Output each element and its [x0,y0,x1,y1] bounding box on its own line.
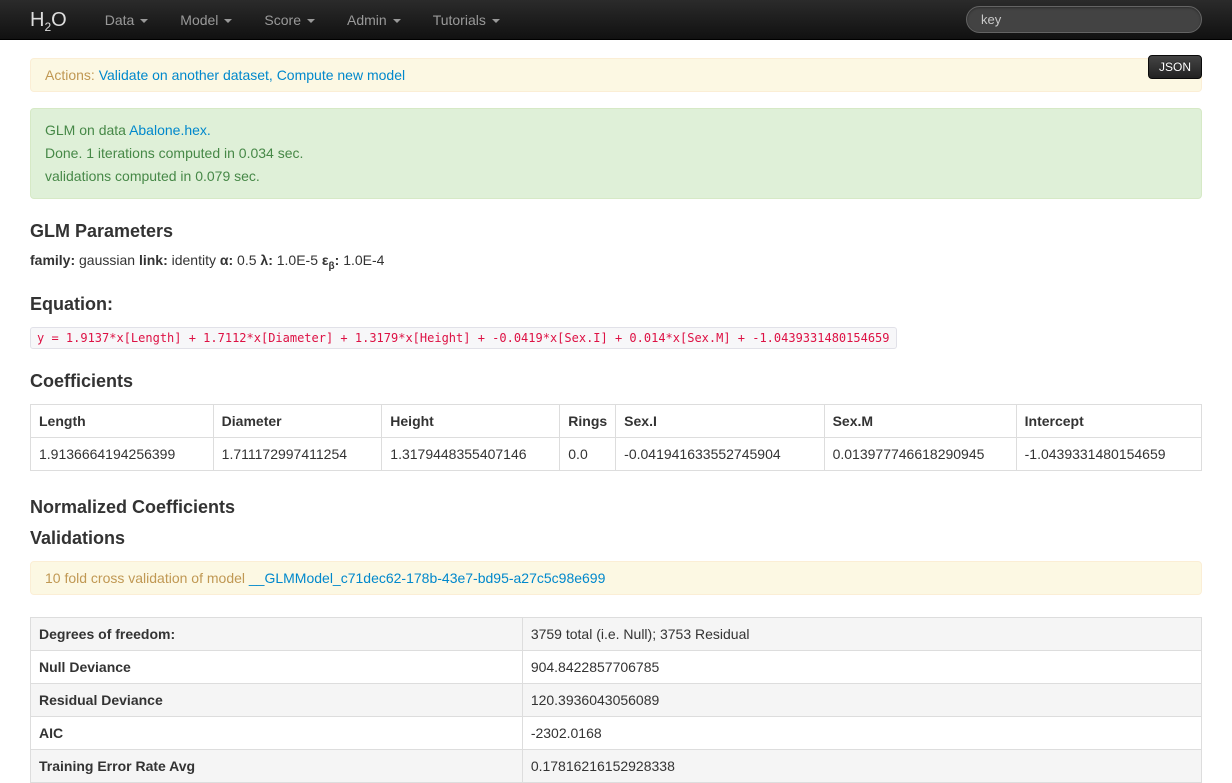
stats-row-null-deviance: Null Deviance 904.8422857706785 [31,650,1202,683]
caret-down-icon [224,19,232,23]
navbar-search-area [966,0,1232,39]
stats-row-aic: AIC -2302.0168 [31,716,1202,749]
stat-value: 0.17816216152928338 [522,749,1201,782]
dataset-link[interactable]: Abalone.hex. [129,122,211,138]
compute-model-link[interactable]: Compute new model [277,67,405,83]
link-value: identity [172,252,216,268]
brand-text: H [30,9,44,31]
stat-label: Residual Deviance [31,683,523,716]
nav-item-label: Admin [347,12,387,28]
model-link[interactable]: __GLMModel_c71dec62-178b-43e7-bd95-a27c5… [249,570,606,586]
coefficient-value-sexi: -0.041941633552745904 [616,437,824,470]
family-label: family: [30,252,75,268]
stats-row-residual-deviance: Residual Deviance 120.3936043056089 [31,683,1202,716]
coefficient-value-rings: 0.0 [560,437,616,470]
caret-down-icon [307,19,315,23]
nav-item-label: Score [264,12,301,28]
equation-code: y = 1.9137*x[Length] + 1.7112*x[Diameter… [30,327,897,349]
status-line-2: Done. 1 iterations computed in 0.034 sec… [45,142,1187,165]
coefficients-table: Length Diameter Height Rings Sex.I Sex.M… [30,404,1202,471]
stat-label: Training Error Rate Avg [31,749,523,782]
stat-value: 120.3936043056089 [522,683,1201,716]
main-menu: Data Model Score Admin Tutorials [89,0,516,39]
nav-item-score[interactable]: Score [248,0,331,40]
actions-bar: Actions: Validate on another dataset, Co… [30,58,1202,92]
nav-item-label: Model [180,12,218,28]
column-header-rings: Rings [560,404,616,437]
stat-label: Null Deviance [31,650,523,683]
status-line-1: GLM on data Abalone.hex. [45,119,1187,142]
column-header-intercept: Intercept [1016,404,1201,437]
search-input[interactable] [966,6,1202,33]
caret-down-icon [393,19,401,23]
column-header-diameter: Diameter [213,404,382,437]
cross-validation-alert: 10 fold cross validation of model __GLMM… [30,561,1202,595]
stat-label: Degrees of freedom: [31,617,523,650]
coefficient-value-sexm: 0.013977746618290945 [824,437,1016,470]
navbar: H2O Data Model Score Admin Tutorials [0,0,1232,40]
column-header-length: Length [31,404,214,437]
nav-item-tutorials[interactable]: Tutorials [417,0,516,40]
epsilon-beta-label: εβ: [322,252,339,268]
stat-value: 904.8422857706785 [522,650,1201,683]
stats-row-training-error-rate: Training Error Rate Avg 0.17816216152928… [31,749,1202,782]
brand-text-suffix: O [51,9,67,31]
status-alert: GLM on data Abalone.hex. Done. 1 iterati… [30,108,1202,199]
coefficient-value-intercept: -1.0439331480154659 [1016,437,1201,470]
caret-down-icon [140,19,148,23]
coefficient-value-diameter: 1.711172997411254 [213,437,382,470]
family-value: gaussian [79,252,135,268]
validate-dataset-link[interactable]: Validate on another dataset [99,67,269,83]
json-button[interactable]: JSON [1148,55,1202,79]
status-line-3: validations computed in 0.079 sec. [45,165,1187,188]
lambda-value: 1.0E-5 [277,252,318,268]
alpha-value: 0.5 [237,252,256,268]
equation-heading: Equation: [30,294,1202,315]
stat-value: 3759 total (i.e. Null); 3753 Residual [522,617,1201,650]
actions-label: Actions: [45,67,95,83]
stats-row-degrees-of-freedom: Degrees of freedom: 3759 total (i.e. Nul… [31,617,1202,650]
column-header-height: Height [382,404,560,437]
nav-item-admin[interactable]: Admin [331,0,417,40]
nav-item-model[interactable]: Model [164,0,248,40]
coefficients-heading: Coefficients [30,371,1202,392]
coefficients-header-row: Length Diameter Height Rings Sex.I Sex.M… [31,404,1202,437]
lambda-label: λ: [260,252,272,268]
cross-validation-text: 10 fold cross validation of model [45,570,249,586]
brand-logo[interactable]: H2O [0,0,89,39]
coefficient-value-length: 1.9136664194256399 [31,437,214,470]
glm-params-line: family: gaussian link: identity α: 0.5 λ… [30,252,1202,272]
caret-down-icon [492,19,500,23]
coefficient-value-height: 1.3179448355407146 [382,437,560,470]
stat-label: AIC [31,716,523,749]
nav-item-label: Tutorials [433,12,486,28]
glm-parameters-heading: GLM Parameters [30,221,1202,242]
validation-stats-table: Degrees of freedom: 3759 total (i.e. Nul… [30,617,1202,783]
nav-item-label: Data [105,12,135,28]
link-separator: , [269,67,277,83]
status-line-1-text: GLM on data [45,122,129,138]
normalized-coefficients-heading: Normalized Coefficients [30,497,1202,518]
nav-item-data[interactable]: Data [89,0,165,40]
link-label: link: [139,252,168,268]
validations-heading: Validations [30,528,1202,549]
epsilon-beta-value: 1.0E-4 [343,252,384,268]
column-header-sexm: Sex.M [824,404,1016,437]
alpha-label: α: [220,252,233,268]
stat-value: -2302.0168 [522,716,1201,749]
coefficients-value-row: 1.9136664194256399 1.711172997411254 1.3… [31,437,1202,470]
column-header-sexi: Sex.I [616,404,824,437]
